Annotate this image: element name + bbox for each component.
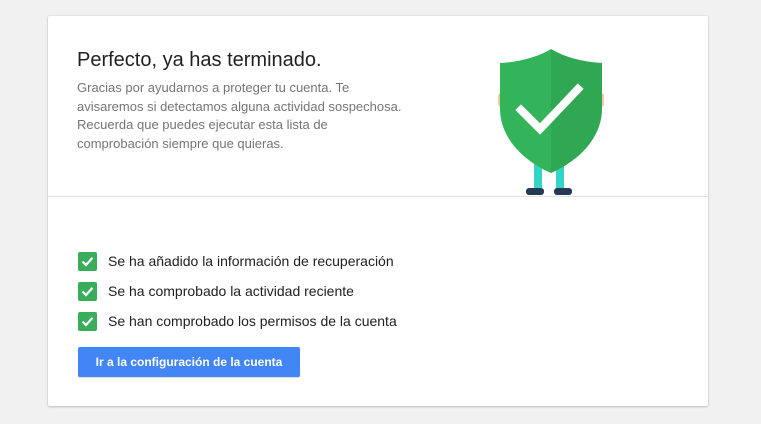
- shield-check-icon: [498, 49, 604, 195]
- checklist-item-label: Se han comprobado los permisos de la cue…: [108, 313, 397, 329]
- checklist-item-recovery: Se ha añadido la información de recupera…: [78, 246, 397, 276]
- account-settings-button[interactable]: Ir a la configuración de la cuenta: [78, 347, 300, 377]
- checkbox-checked-icon: [78, 311, 97, 331]
- checklist-item-label: Se ha añadido la información de recupera…: [108, 253, 394, 269]
- summary-description: Gracias por ayudarnos a proteger tu cuen…: [77, 80, 402, 151]
- security-checkup-card: Perfecto, ya has terminado. Gracias por …: [48, 16, 708, 406]
- left-shoe: [526, 188, 544, 195]
- checklist-item-activity: Se ha comprobado la actividad reciente: [78, 276, 397, 306]
- summary-section: Perfecto, ya has terminado. Gracias por …: [48, 16, 708, 197]
- checkbox-checked-icon: [78, 281, 97, 301]
- checklist: Se ha añadido la información de recupera…: [78, 246, 397, 336]
- checklist-item-label: Se ha comprobado la actividad reciente: [108, 283, 354, 299]
- right-shoe: [554, 188, 572, 195]
- checklist-item-permissions: Se han comprobado los permisos de la cue…: [78, 306, 397, 336]
- checkbox-checked-icon: [78, 251, 97, 271]
- page-title: Perfecto, ya has terminado.: [77, 49, 322, 71]
